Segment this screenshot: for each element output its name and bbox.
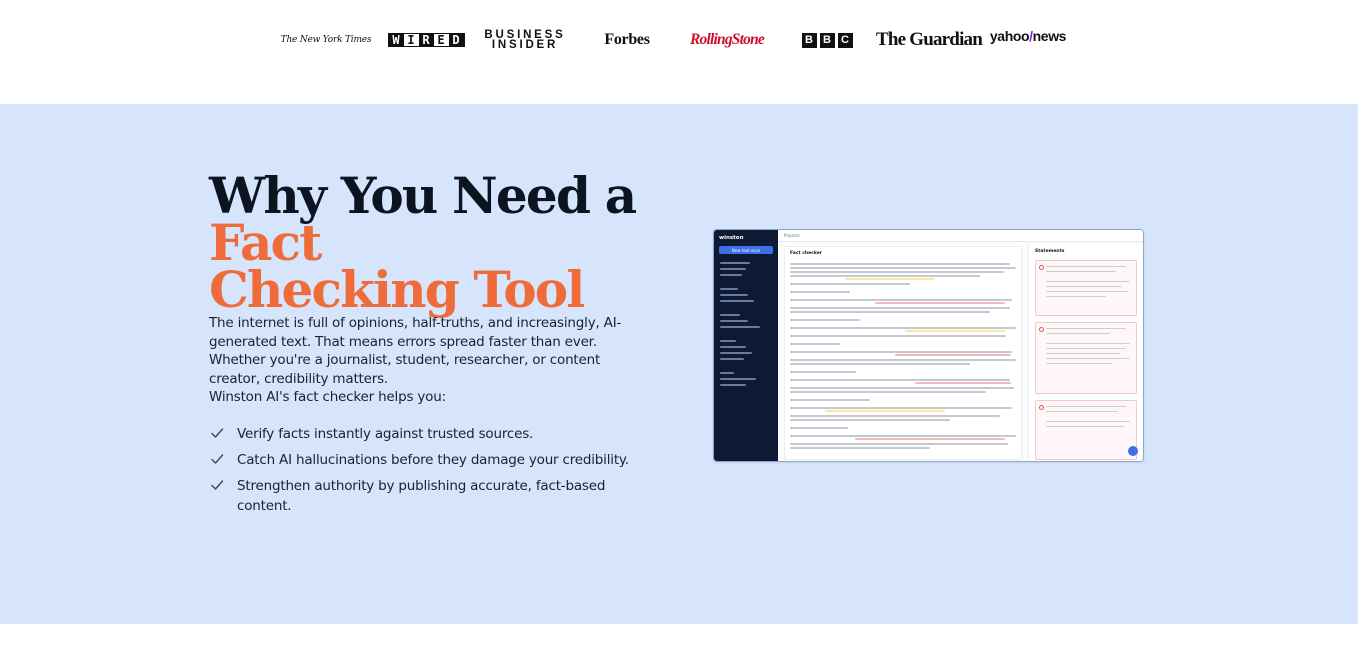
mock-chat-button (1128, 446, 1138, 456)
mock-doc-title: Fact checker (790, 251, 822, 256)
forbes-logo: Forbes (604, 31, 650, 48)
mock-statement-card (1035, 322, 1137, 394)
mock-sidebar: winston New text scan (714, 230, 778, 461)
wired-logo-box: W I R E D (387, 33, 465, 47)
bbc-logo: B B C (799, 18, 855, 62)
mock-statement-card (1035, 400, 1137, 460)
check-icon (211, 428, 224, 438)
nyt-logo: The New York Times (280, 35, 372, 45)
mock-document: Fact checker (784, 246, 1022, 460)
mock-statement-card (1035, 260, 1137, 316)
business-insider-logo: BUSINESS INSIDER (484, 29, 566, 51)
yahoo-news-logo: yahoo / news (989, 28, 1067, 44)
check-icon (211, 480, 224, 490)
press-logos-bar: The New York Times W I R E D BUSINESS IN… (0, 0, 1358, 104)
check-icon (211, 454, 224, 464)
fact-checker-screenshot: winston New text scan Projects Fact chec… (713, 229, 1144, 462)
mock-topbar: Projects (778, 230, 1143, 242)
section-headline: Why You Need a Fact Checking Tool (209, 166, 637, 319)
benefit-item: Catch AI hallucinations before they dama… (209, 450, 649, 476)
section-description: The internet is full of opinions, half-t… (209, 314, 639, 407)
wired-logo: W I R E D (387, 18, 465, 62)
helps-intro: Winston AI's fact checker helps you: (209, 389, 446, 406)
why-fact-checking-section (0, 104, 1358, 624)
mock-breadcrumb: Projects (784, 233, 800, 238)
benefits-list: Verify facts instantly against trusted s… (209, 424, 649, 514)
mock-main-area: Projects Fact checker Statements (778, 230, 1143, 461)
page-bottom-strip (0, 624, 1358, 649)
benefit-item: Verify facts instantly against trusted s… (209, 424, 649, 450)
description-paragraph: The internet is full of opinions, half-t… (209, 315, 622, 387)
mock-statements-panel: Statements (1028, 244, 1143, 461)
mock-panel-title: Statements (1035, 249, 1065, 254)
guardian-logo: The Guardian (876, 29, 983, 50)
rolling-stone-logo: RollingStone (690, 31, 765, 48)
mock-winston-logo: winston (719, 235, 744, 241)
mock-new-scan-button: New text scan (719, 246, 773, 254)
benefit-item: Strengthen authority by publishing accur… (209, 476, 649, 514)
